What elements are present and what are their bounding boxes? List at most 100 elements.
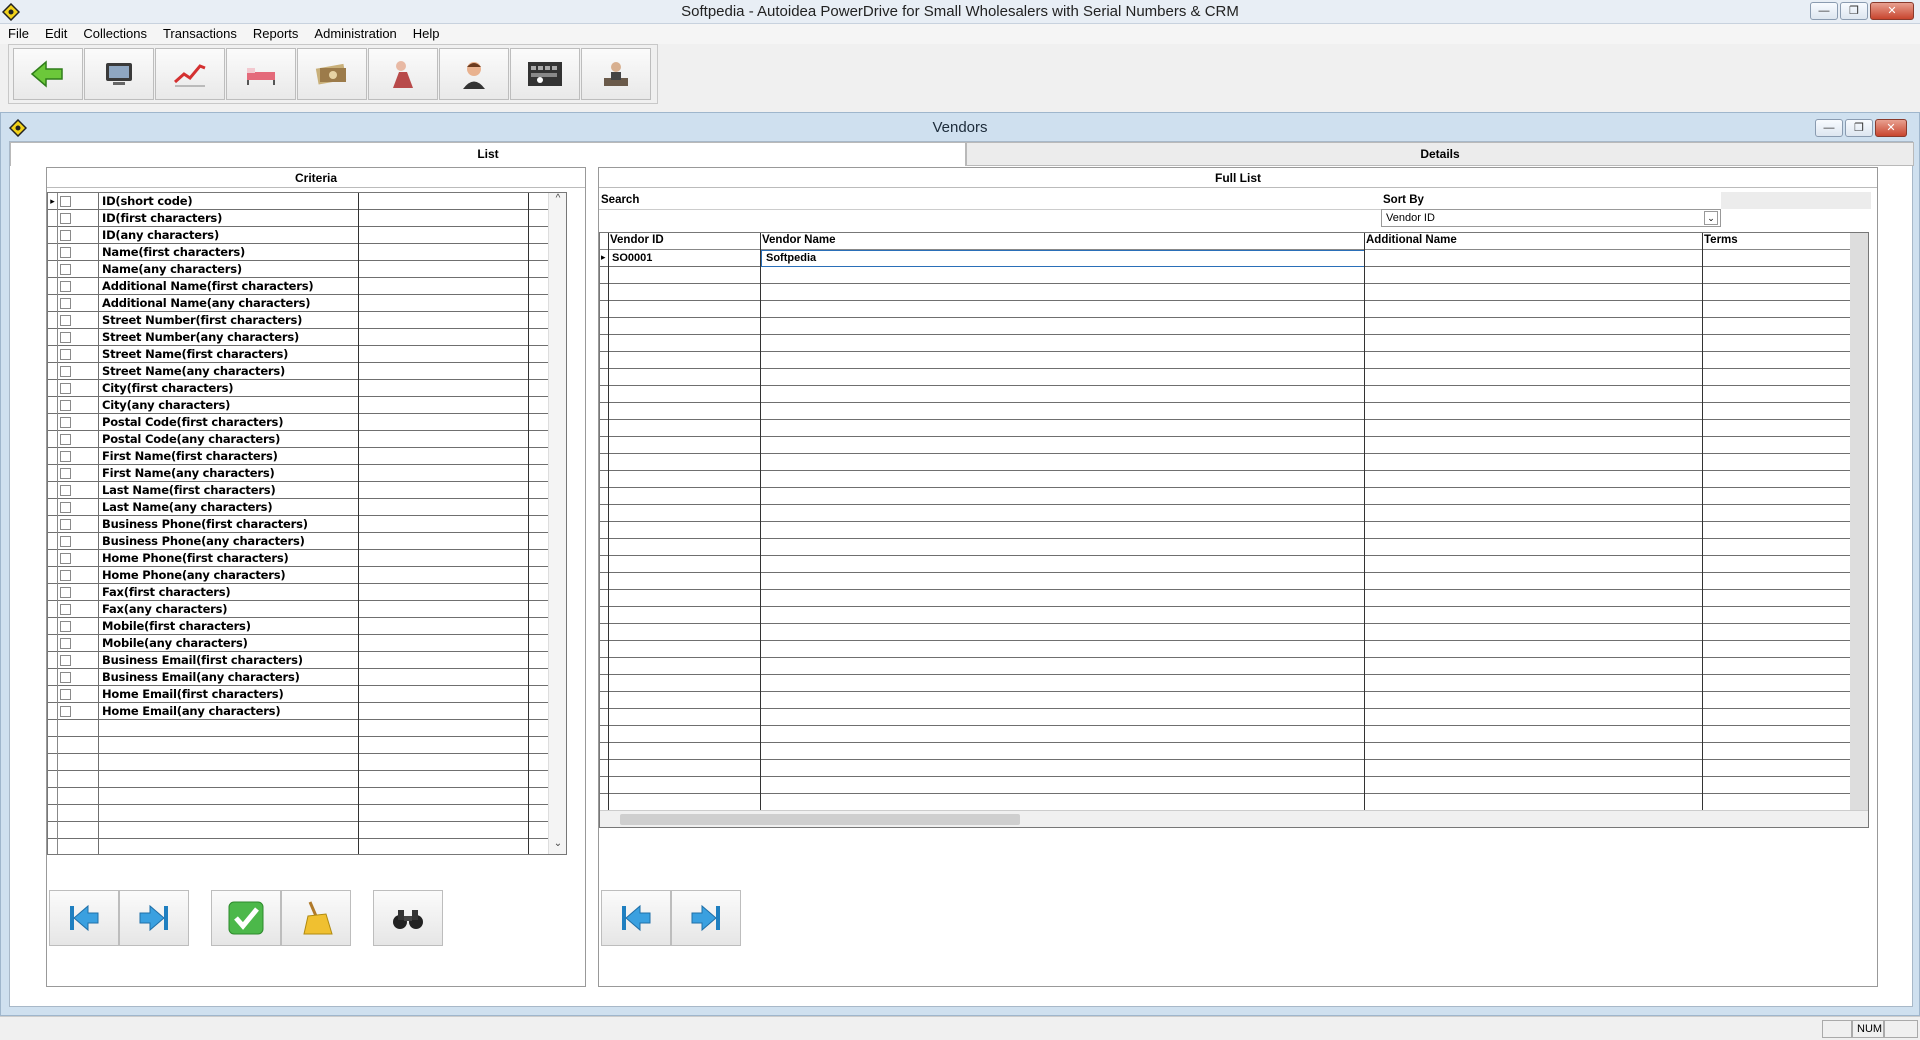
criteria-checkbox[interactable] xyxy=(60,230,71,241)
table-row[interactable] xyxy=(600,726,1868,743)
criteria-row[interactable]: Last Name(any characters) xyxy=(48,499,566,516)
keyboard-button[interactable] xyxy=(510,48,580,100)
table-row[interactable] xyxy=(600,675,1868,692)
criteria-row[interactable] xyxy=(48,822,566,839)
criteria-checkbox[interactable] xyxy=(60,604,71,615)
table-row[interactable] xyxy=(600,794,1868,811)
table-cell[interactable]: SO0001 xyxy=(612,252,652,264)
money-button[interactable] xyxy=(297,48,367,100)
criteria-checkbox[interactable] xyxy=(60,570,71,581)
criteria-row[interactable]: Postal Code(any characters) xyxy=(48,431,566,448)
criteria-row[interactable]: Additional Name(first characters) xyxy=(48,278,566,295)
table-row[interactable] xyxy=(600,437,1868,454)
criteria-checkbox[interactable] xyxy=(60,383,71,394)
menu-transactions[interactable]: Transactions xyxy=(155,24,245,44)
criteria-prev-button[interactable] xyxy=(49,890,119,946)
table-row[interactable] xyxy=(600,777,1868,794)
minimize-icon[interactable]: — xyxy=(1810,2,1838,20)
criteria-row[interactable]: Last Name(first characters) xyxy=(48,482,566,499)
table-row[interactable] xyxy=(600,352,1868,369)
apply-button[interactable] xyxy=(211,890,281,946)
table-row[interactable] xyxy=(600,454,1868,471)
criteria-next-button[interactable] xyxy=(119,890,189,946)
search-input[interactable] xyxy=(599,209,1381,227)
table-row[interactable] xyxy=(600,709,1868,726)
col-terms[interactable]: Terms xyxy=(1704,234,1738,246)
criteria-row[interactable]: Home Email(any characters) xyxy=(48,703,566,720)
criteria-row[interactable] xyxy=(48,788,566,805)
sales-chart-button[interactable] xyxy=(155,48,225,100)
criteria-row[interactable]: ID(first characters) xyxy=(48,210,566,227)
criteria-row[interactable]: Street Number(any characters) xyxy=(48,329,566,346)
criteria-row[interactable]: Mobile(first characters) xyxy=(48,618,566,635)
criteria-checkbox[interactable] xyxy=(60,247,71,258)
table-row[interactable] xyxy=(600,403,1868,420)
table-row[interactable] xyxy=(600,386,1868,403)
person-button[interactable] xyxy=(368,48,438,100)
table-row[interactable] xyxy=(600,488,1868,505)
bed-button[interactable] xyxy=(226,48,296,100)
criteria-checkbox[interactable] xyxy=(60,451,71,462)
find-button[interactable] xyxy=(373,890,443,946)
criteria-checkbox[interactable] xyxy=(60,196,71,207)
customer-service-button[interactable] xyxy=(439,48,509,100)
criteria-checkbox[interactable] xyxy=(60,485,71,496)
col-vendor-name[interactable]: Vendor Name xyxy=(762,234,836,246)
criteria-row[interactable] xyxy=(48,771,566,788)
criteria-row[interactable]: City(first characters) xyxy=(48,380,566,397)
criteria-row[interactable]: First Name(first characters) xyxy=(48,448,566,465)
criteria-checkbox[interactable] xyxy=(60,706,71,717)
menu-reports[interactable]: Reports xyxy=(245,24,307,44)
criteria-row[interactable]: Name(any characters) xyxy=(48,261,566,278)
criteria-checkbox[interactable] xyxy=(60,332,71,343)
menu-file[interactable]: File xyxy=(0,24,37,44)
table-row[interactable] xyxy=(600,301,1868,318)
table-row[interactable] xyxy=(600,624,1868,641)
table-row[interactable] xyxy=(600,284,1868,301)
col-vendor-id[interactable]: Vendor ID xyxy=(610,234,664,246)
chevron-down-icon[interactable]: ⌄ xyxy=(1704,211,1718,225)
col-additional-name[interactable]: Additional Name xyxy=(1366,234,1457,246)
criteria-checkbox[interactable] xyxy=(60,213,71,224)
table-row[interactable] xyxy=(600,692,1868,709)
criteria-checkbox[interactable] xyxy=(60,417,71,428)
worker-button[interactable] xyxy=(581,48,651,100)
criteria-row[interactable]: Street Name(first characters) xyxy=(48,346,566,363)
tab-details[interactable]: Details xyxy=(966,142,1914,166)
criteria-row[interactable]: Home Phone(first characters) xyxy=(48,550,566,567)
criteria-row[interactable]: ▸ ID(short code) xyxy=(48,193,566,210)
table-row[interactable] xyxy=(600,760,1868,777)
table-row[interactable] xyxy=(600,607,1868,624)
criteria-row[interactable]: Fax(any characters) xyxy=(48,601,566,618)
criteria-row[interactable] xyxy=(48,737,566,754)
criteria-row[interactable]: Street Number(first characters) xyxy=(48,312,566,329)
criteria-row[interactable]: Postal Code(first characters) xyxy=(48,414,566,431)
clear-button[interactable] xyxy=(281,890,351,946)
criteria-checkbox[interactable] xyxy=(60,672,71,683)
child-minimize-icon[interactable]: — xyxy=(1815,119,1843,137)
tab-list[interactable]: List xyxy=(10,142,966,166)
criteria-checkbox[interactable] xyxy=(60,315,71,326)
criteria-row[interactable]: Business Email(any characters) xyxy=(48,669,566,686)
criteria-row[interactable]: Street Name(any characters) xyxy=(48,363,566,380)
criteria-checkbox[interactable] xyxy=(60,281,71,292)
restore-icon[interactable]: ❐ xyxy=(1840,2,1868,20)
sort-by-select[interactable]: Vendor ID ⌄ xyxy=(1381,209,1721,227)
menu-collections[interactable]: Collections xyxy=(75,24,155,44)
monitor-button[interactable] xyxy=(84,48,154,100)
table-row[interactable] xyxy=(600,522,1868,539)
criteria-checkbox[interactable] xyxy=(60,264,71,275)
hscroll-thumb[interactable] xyxy=(620,814,1020,825)
menu-help[interactable]: Help xyxy=(405,24,448,44)
criteria-checkbox[interactable] xyxy=(60,689,71,700)
close-icon[interactable]: ✕ xyxy=(1870,2,1914,20)
criteria-row[interactable] xyxy=(48,720,566,737)
child-close-icon[interactable]: ✕ xyxy=(1875,119,1907,137)
criteria-row[interactable]: City(any characters) xyxy=(48,397,566,414)
criteria-checkbox[interactable] xyxy=(60,519,71,530)
table-row[interactable] xyxy=(600,369,1868,386)
table-row[interactable] xyxy=(600,318,1868,335)
scroll-up-icon[interactable]: ^ xyxy=(549,193,566,209)
criteria-row[interactable] xyxy=(48,839,566,854)
criteria-row[interactable]: Business Phone(any characters) xyxy=(48,533,566,550)
